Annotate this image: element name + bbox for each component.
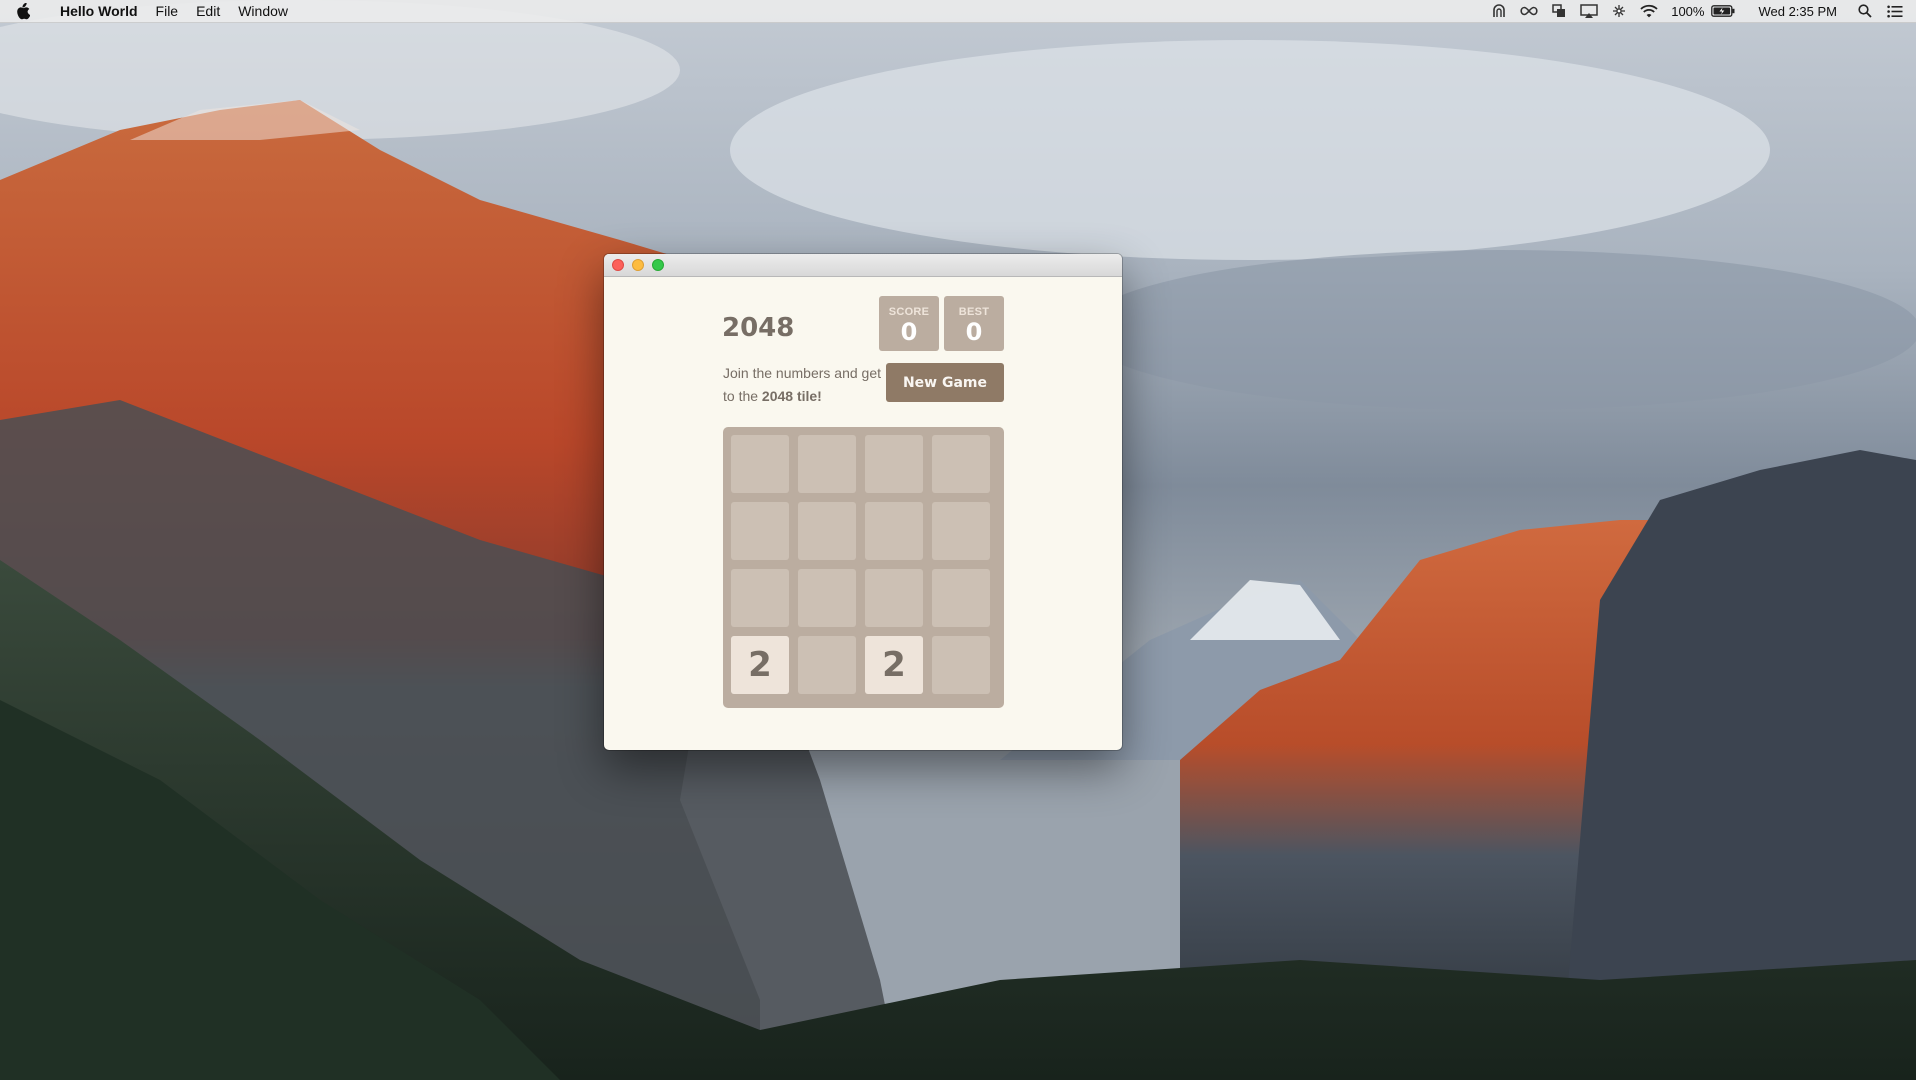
grid-cell	[932, 569, 990, 627]
infinity-icon[interactable]	[1520, 3, 1538, 19]
tile-2: 2	[731, 636, 789, 694]
game-title: 2048	[722, 313, 795, 343]
menu-edit[interactable]: Edit	[187, 0, 229, 22]
best-score-box: BEST 0	[944, 296, 1004, 351]
grid-cell	[932, 502, 990, 560]
grid-cell	[932, 636, 990, 694]
screens-icon[interactable]	[1550, 3, 1568, 19]
grid-cell	[865, 569, 923, 627]
best-label: BEST	[958, 306, 990, 318]
apple-menu-icon[interactable]	[16, 2, 32, 20]
menu-window[interactable]: Window	[229, 0, 297, 22]
grid-cell	[798, 569, 856, 627]
menu-file[interactable]: File	[147, 0, 188, 22]
window-titlebar[interactable]	[604, 254, 1122, 277]
window-zoom-button[interactable]	[652, 259, 664, 271]
menu-app-name[interactable]: Hello World	[50, 0, 147, 22]
grid-cell	[731, 569, 789, 627]
notification-center-icon[interactable]	[1886, 3, 1904, 19]
magnet-icon[interactable]	[1610, 3, 1628, 19]
best-value: 0	[965, 318, 983, 346]
game-board[interactable]: 22	[723, 427, 1004, 708]
grid-cell	[731, 502, 789, 560]
airplay-icon[interactable]	[1580, 3, 1598, 19]
desktop: Hello World File Edit Window 100% Wed 2:…	[0, 0, 1916, 1080]
intro-goal: 2048 tile!	[761, 388, 822, 404]
menu-clock[interactable]: Wed 2:35 PM	[1751, 4, 1844, 19]
score-label: SCORE	[888, 306, 930, 318]
grid-cell	[731, 435, 789, 493]
battery-charging-icon[interactable]	[1711, 3, 1735, 19]
grid-cell	[865, 502, 923, 560]
new-game-button[interactable]: New Game	[886, 363, 1004, 402]
spotlight-search-icon[interactable]	[1856, 3, 1874, 19]
alfred-icon[interactable]	[1490, 3, 1508, 19]
window-close-button[interactable]	[612, 259, 624, 271]
score-value: 0	[900, 318, 918, 346]
game-intro: Join the numbers and get to the 2048 til…	[723, 362, 883, 408]
grid-cell	[798, 502, 856, 560]
grid-cell	[932, 435, 990, 493]
window-minimize-button[interactable]	[632, 259, 644, 271]
grid-cell	[798, 435, 856, 493]
menu-bar: Hello World File Edit Window 100% Wed 2:…	[0, 0, 1916, 23]
score-box: SCORE 0	[879, 296, 939, 351]
grid-cell	[798, 636, 856, 694]
tile-2: 2	[865, 636, 923, 694]
grid-cell	[865, 435, 923, 493]
app-window: 2048 SCORE 0 BEST 0 Join the numbers and…	[604, 254, 1122, 750]
wifi-icon[interactable]	[1640, 3, 1658, 19]
battery-percent[interactable]: 100%	[1664, 4, 1711, 19]
